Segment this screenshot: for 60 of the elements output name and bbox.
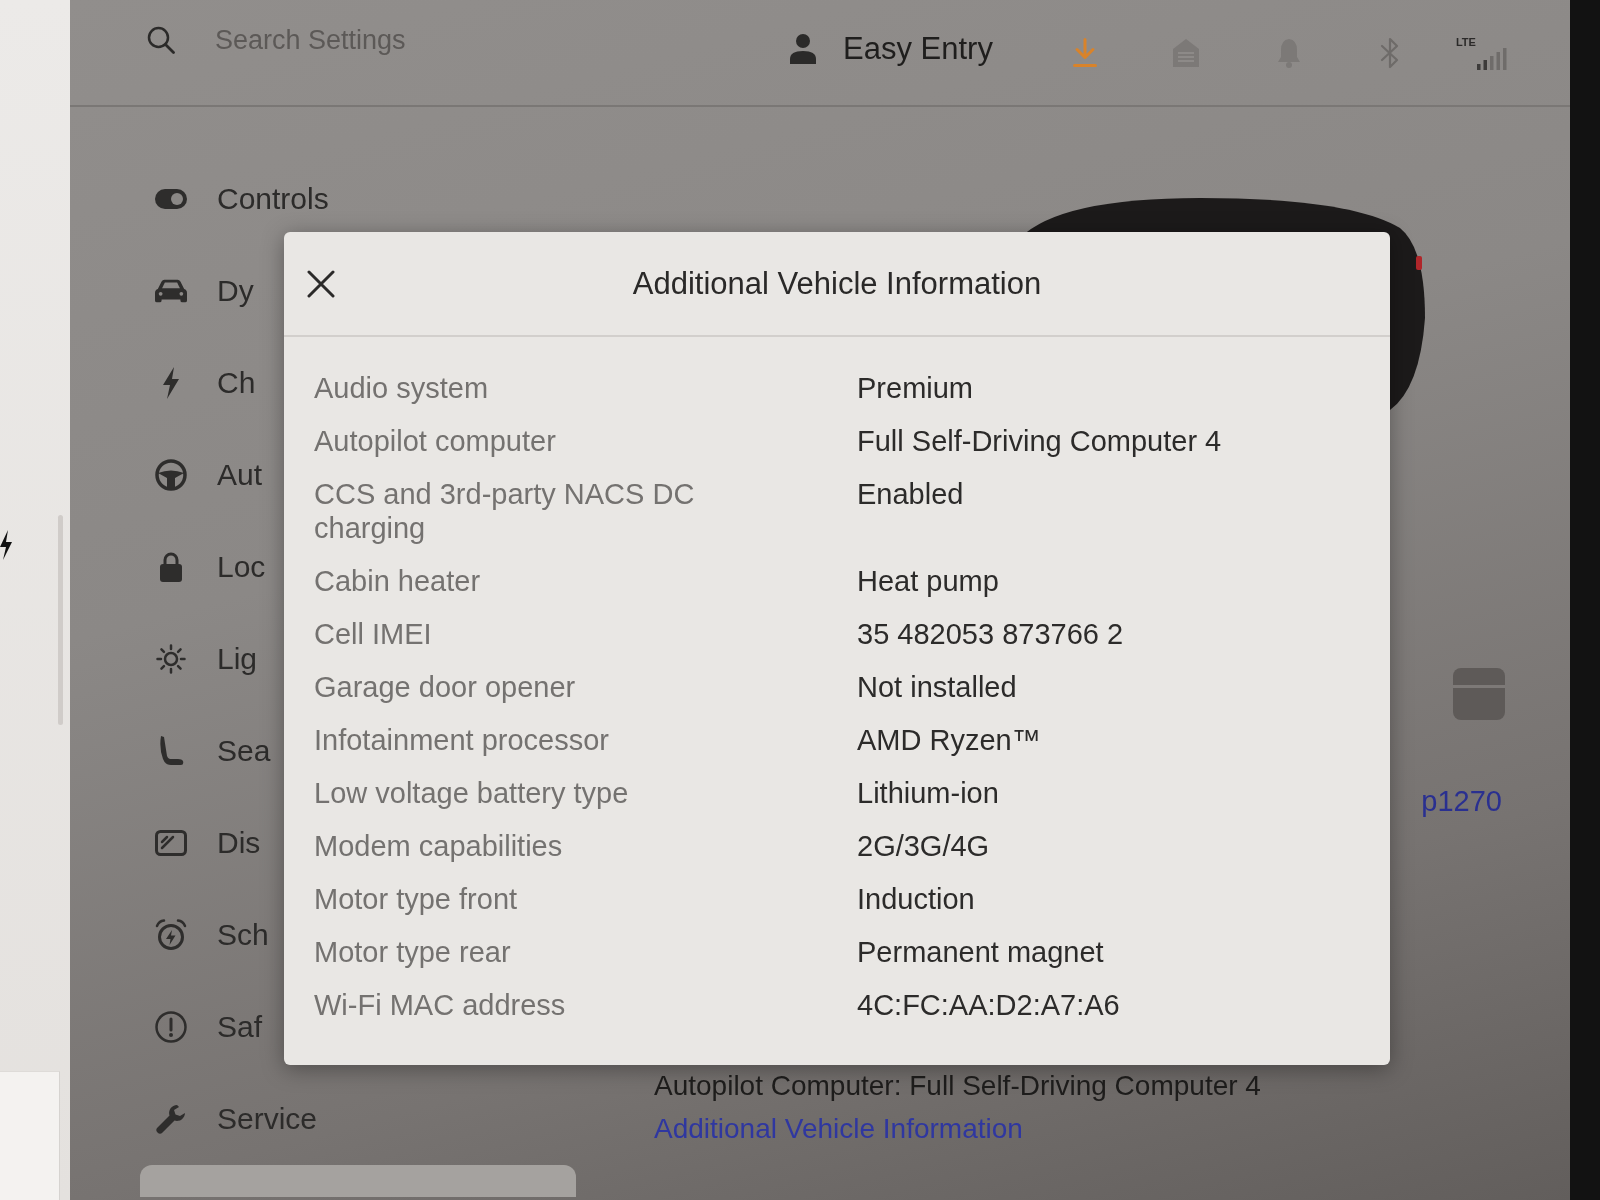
alert-icon [155,1011,187,1043]
info-label: Wi-Fi MAC address [314,987,566,1022]
info-value: 35 482053 873766 2 [857,616,1124,651]
sun-icon [155,643,187,675]
info-label: Cabin heater [314,563,481,598]
bolt-icon [161,367,181,399]
info-label: Motor type rear [314,934,511,969]
info-label: Motor type front [314,881,518,916]
search-icon [147,25,175,54]
sidebar-item[interactable]: Dis [140,813,261,873]
display-icon [155,830,187,856]
wrench-icon [156,1104,186,1134]
download-icon[interactable] [1072,37,1097,68]
info-value: Not installed [857,669,1017,704]
info-value: Enabled [857,476,964,511]
info-value: Heat pump [857,563,999,598]
toggle-icon [155,189,187,209]
sidebar-item[interactable]: Lig [140,629,258,689]
info-text: Autopilot Computer: Full Self-Driving Computer 4 [654,1069,1261,1103]
lock-icon [159,552,183,582]
bolt-icon [0,530,12,560]
sidebar-item[interactable]: Controls [140,169,329,229]
sidebar-item[interactable]: Saf [140,997,263,1057]
sidebar-item[interactable] [140,1165,576,1197]
card-icon [1453,668,1505,720]
info-label: Garage door opener [314,669,576,704]
info-label: Cell IMEI [314,616,432,651]
bluetooth-icon[interactable] [1379,35,1400,70]
text-link[interactable]: p1270 [1421,784,1502,818]
info-label: Infotainment processor [314,722,609,757]
sidebar-item[interactable]: Loc [140,537,266,597]
dialog-title: Additional Vehicle Information [632,265,1042,302]
info-value: AMD Ryzen™ [857,722,1041,757]
steering-wheel-icon [155,459,187,491]
sidebar-item[interactable]: Sea [140,721,271,781]
info-value: 2G/3G/4G [857,828,990,863]
profile-button[interactable]: Easy Entry [790,30,993,67]
info-label: Audio system [314,370,489,405]
info-label: Modem capabilities [314,828,563,863]
person-icon [790,33,816,64]
sidebar-item[interactable]: Sch [140,905,269,965]
signal-icon [1476,47,1507,70]
info-label: CCS and 3rd-party NACS DC charging [314,476,696,545]
sidebar-item[interactable]: Service [140,1089,318,1149]
sidebar-item[interactable]: Aut [140,445,263,505]
info-value: 4C:FC:AA:D2:A7:A6 [857,987,1120,1022]
sidebar-item[interactable]: Ch [140,353,256,413]
seat-icon [157,734,185,768]
info-label: Autopilot computer [314,423,556,458]
close-icon [307,269,335,298]
info-value: Full Self-Driving Computer 4 [857,423,1222,458]
info-label: Low voltage battery type [314,775,629,810]
info-value: Premium [857,370,973,405]
info-value: Induction [857,881,975,916]
car-icon [155,278,187,304]
alarm-clock-icon [155,919,187,951]
info-value: Permanent magnet [857,934,1104,969]
network-label: LTE [1455,35,1476,48]
info-value: Lithium-ion [857,775,999,810]
sidebar-item[interactable]: Dy [140,261,254,321]
